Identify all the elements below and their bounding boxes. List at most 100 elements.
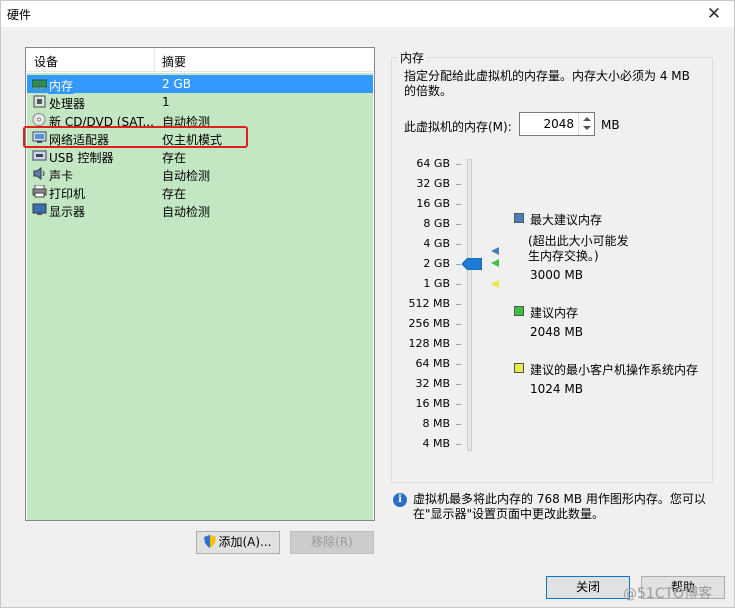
max-recommended-note: (超出此大小可能发生内存交换。) (528, 234, 629, 263)
recommended-swatch (514, 306, 524, 316)
memory-description: 指定分配给此虚拟机的内存量。内存大小必须为 4 MB 的倍数。 (404, 69, 690, 98)
device-row-memory[interactable]: 内存 2 GB (27, 75, 373, 94)
title-bar: 硬件 ✕ (1, 1, 734, 27)
cd-dvd-icon (32, 113, 47, 126)
max-recommended-label: 最大建议内存 (530, 213, 603, 227)
device-summary: 1 (162, 95, 170, 109)
device-summary: 存在 (162, 151, 187, 165)
scale-tick-mark (456, 384, 461, 385)
scale-tick-label: 16 GB (416, 197, 450, 210)
hardware-dialog: 硬件 ✕ 设备 摘要 内存 2 GB 处理器 1 新 CD/DVD (SAT..… (0, 0, 735, 608)
max-recommended-value: 3000 MB (530, 268, 583, 282)
min-guest-value: 1024 MB (530, 382, 583, 396)
scale-tick-label: 8 GB (423, 217, 450, 230)
device-row-sound-card[interactable]: 声卡 自动检测 (27, 165, 373, 183)
memory-amount-input[interactable]: 2048 (519, 112, 595, 136)
memory-icon (31, 77, 48, 90)
device-row-usb-controller[interactable]: USB 控制器 存在 (27, 147, 373, 165)
device-summary: 自动检测 (162, 169, 211, 183)
device-summary: 存在 (162, 187, 187, 201)
scale-tick-label: 512 MB (408, 297, 450, 310)
shield-icon (204, 534, 217, 555)
scale-tick-mark (456, 244, 461, 245)
selection-highlight (27, 75, 373, 93)
device-summary: 2 GB (162, 77, 191, 91)
scale-tick-label: 2 GB (423, 257, 450, 270)
device-row-printer[interactable]: 打印机 存在 (27, 183, 373, 201)
usb-icon (32, 149, 47, 162)
min-guest-swatch (514, 363, 524, 373)
scale-tick-label: 256 MB (408, 317, 450, 330)
window-title: 硬件 (7, 8, 32, 22)
remove-button-label: 移除(R) (311, 535, 353, 549)
recommended-marker (491, 259, 499, 267)
memory-amount-value: 2048 (543, 117, 574, 131)
remove-button[interactable]: 移除(R) (290, 531, 374, 554)
max-recommended-marker (491, 247, 499, 255)
processor-icon (32, 95, 47, 108)
close-icon[interactable]: ✕ (700, 2, 728, 26)
add-button[interactable]: 添加(A)... (196, 531, 280, 554)
scale-tick-mark (456, 264, 461, 265)
scale-tick-label: 64 MB (415, 357, 450, 370)
scale-tick-mark (456, 344, 461, 345)
column-header-summary[interactable]: 摘要 (162, 53, 186, 70)
scale-tick-mark (456, 404, 461, 405)
scale-tick-mark (456, 304, 461, 305)
column-divider[interactable] (154, 48, 155, 72)
recommended-label: 建议内存 (530, 306, 579, 320)
device-list: 设备 摘要 内存 2 GB 处理器 1 新 CD/DVD (SAT... 自动检… (25, 47, 375, 521)
add-button-label: 添加(A)... (218, 535, 272, 549)
memory-spinner[interactable] (578, 113, 594, 135)
memory-unit-label: MB (601, 118, 620, 132)
spinner-up-icon[interactable] (583, 117, 591, 121)
printer-icon (32, 184, 47, 198)
device-row-display[interactable]: 显示器 自动检测 (27, 201, 373, 219)
min-guest-marker (491, 280, 499, 288)
scale-tick-mark (456, 444, 461, 445)
device-name: 处理器 (49, 97, 86, 111)
scale-tick-mark (456, 424, 461, 425)
scale-tick-label: 1 GB (423, 277, 450, 290)
device-row-processor[interactable]: 处理器 1 (27, 93, 373, 111)
memory-slider-thumb[interactable] (461, 257, 483, 271)
scale-tick-label: 4 GB (423, 237, 450, 250)
close-button-label: 关闭 (575, 580, 600, 594)
network-adapter-highlight-annotation (23, 126, 248, 148)
scale-tick-label: 64 GB (416, 157, 450, 170)
scale-tick-label: 16 MB (415, 397, 450, 410)
device-list-header: 设备 摘要 (26, 48, 374, 72)
scale-tick-label: 8 MB (422, 417, 450, 430)
device-name: 显示器 (49, 205, 86, 219)
scale-tick-mark (456, 364, 461, 365)
max-recommended-swatch (514, 213, 524, 223)
spinner-down-icon[interactable] (583, 126, 591, 130)
min-guest-label: 建议的最小客户机操作系统内存 (530, 363, 699, 377)
scale-tick-mark (456, 184, 461, 185)
sound-card-icon (32, 167, 47, 180)
scale-tick-mark (456, 284, 461, 285)
close-button[interactable]: 关闭 (546, 576, 630, 599)
memory-slider-track[interactable] (467, 159, 472, 451)
info-icon: i (393, 493, 407, 507)
device-summary: 自动检测 (162, 205, 211, 219)
display-icon (32, 203, 47, 216)
scale-tick-label: 32 MB (415, 377, 450, 390)
scale-tick-mark (456, 164, 461, 165)
scale-tick-mark (456, 324, 461, 325)
scale-tick-mark (456, 204, 461, 205)
memory-amount-label: 此虚拟机的内存(M): (404, 120, 512, 134)
scale-tick-label: 32 GB (416, 177, 450, 190)
memory-group-title: 内存 (397, 49, 428, 66)
recommended-value: 2048 MB (530, 325, 583, 339)
column-header-device[interactable]: 设备 (34, 53, 58, 70)
scale-tick-mark (456, 224, 461, 225)
scale-tick-label: 4 MB (422, 437, 450, 450)
watermark: @51CTO博客 (623, 586, 713, 602)
graphics-memory-info: 虚拟机最多将此内存的 768 MB 用作图形内存。您可以在"显示器"设置页面中更… (413, 492, 706, 521)
device-name: 打印机 (49, 187, 86, 201)
scale-tick-label: 128 MB (408, 337, 450, 350)
device-name: 声卡 (49, 169, 74, 183)
device-name: USB 控制器 (49, 151, 114, 165)
device-name: 内存 (48, 77, 75, 94)
